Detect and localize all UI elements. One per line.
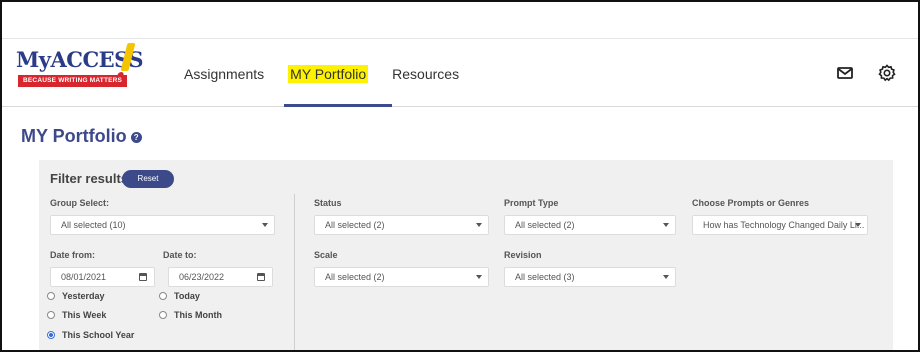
- main-nav: Assignments MY Portfolio Resources: [172, 39, 471, 107]
- page-title: MY Portfolio?: [21, 126, 142, 147]
- gear-icon[interactable]: [877, 63, 897, 83]
- prompt-type-value: All selected (2): [515, 220, 575, 230]
- chevron-down-icon: [663, 223, 669, 227]
- revision-value: All selected (3): [515, 272, 575, 282]
- scale-value: All selected (2): [325, 272, 385, 282]
- chevron-down-icon: [663, 275, 669, 279]
- radio-this-month[interactable]: This Month: [159, 309, 222, 321]
- scale-dropdown[interactable]: All selected (2): [314, 267, 489, 287]
- radio-yesterday[interactable]: Yesterday: [47, 290, 105, 302]
- tab-my-portfolio-label: MY Portfolio: [288, 65, 369, 83]
- prompt-type-dropdown[interactable]: All selected (2): [504, 215, 676, 235]
- tab-assignments[interactable]: Assignments: [172, 39, 276, 107]
- prompts-genres-value: How has Technology Changed Daily Li...: [703, 220, 865, 230]
- header: MyACCESS BECAUSE WRITING MATTERS Assignm…: [2, 39, 918, 107]
- status-dropdown[interactable]: All selected (2): [314, 215, 489, 235]
- prompt-type-label: Prompt Type: [504, 198, 559, 208]
- radio-button-icon: [159, 311, 167, 319]
- chevron-down-icon: [262, 223, 268, 227]
- radio-this-week-label: This Week: [62, 310, 107, 320]
- date-from-value: 08/01/2021: [61, 272, 107, 282]
- calendar-icon[interactable]: [257, 273, 265, 281]
- radio-button-icon: [159, 292, 167, 300]
- app-window: MyACCESS BECAUSE WRITING MATTERS Assignm…: [0, 0, 920, 352]
- radio-this-school-year-label: This School Year: [62, 330, 135, 340]
- scale-label: Scale: [314, 250, 338, 260]
- status-label: Status: [314, 198, 342, 208]
- group-select-label: Group Select:: [50, 198, 110, 208]
- filter-title: Filter results: [50, 171, 129, 186]
- tab-resources-label: Resources: [392, 66, 460, 82]
- calendar-icon[interactable]: [139, 273, 147, 281]
- status-value: All selected (2): [325, 220, 385, 230]
- date-to-value: 06/23/2022: [179, 272, 225, 282]
- reset-button[interactable]: Reset: [122, 170, 174, 188]
- tab-assignments-label: Assignments: [184, 66, 265, 82]
- chevron-down-icon: [476, 223, 482, 227]
- radio-this-month-label: This Month: [174, 310, 222, 320]
- filter-panel: Filter results Reset Group Select: All s…: [39, 160, 893, 350]
- tab-resources[interactable]: Resources: [380, 39, 471, 107]
- radio-yesterday-label: Yesterday: [62, 291, 105, 301]
- top-bar: [2, 2, 918, 39]
- radio-button-icon: [47, 292, 55, 300]
- date-to-input[interactable]: 06/23/2022: [168, 267, 273, 287]
- date-from-input[interactable]: 08/01/2021: [50, 267, 155, 287]
- group-select-value: All selected (10): [61, 220, 126, 230]
- prompts-genres-dropdown[interactable]: How has Technology Changed Daily Li...: [692, 215, 868, 235]
- radio-button-icon: [47, 311, 55, 319]
- radio-today[interactable]: Today: [159, 290, 200, 302]
- myaccess-logo[interactable]: MyACCESS BECAUSE WRITING MATTERS: [16, 43, 144, 93]
- radio-button-icon: [47, 331, 55, 339]
- date-to-label: Date to:: [163, 250, 197, 260]
- radio-this-school-year[interactable]: This School Year: [47, 329, 134, 341]
- page-title-text: MY Portfolio: [21, 126, 127, 146]
- revision-dropdown[interactable]: All selected (3): [504, 267, 676, 287]
- date-from-label: Date from:: [50, 250, 96, 260]
- radio-today-label: Today: [174, 291, 200, 301]
- revision-label: Revision: [504, 250, 542, 260]
- group-select-dropdown[interactable]: All selected (10): [50, 215, 275, 235]
- radio-this-week[interactable]: This Week: [47, 309, 106, 321]
- chevron-down-icon: [476, 275, 482, 279]
- chevron-down-icon: [855, 223, 861, 227]
- panel-divider: [294, 194, 295, 350]
- logo-tagline: BECAUSE WRITING MATTERS: [18, 75, 128, 87]
- tab-my-portfolio[interactable]: MY Portfolio: [276, 39, 393, 107]
- help-icon[interactable]: ?: [130, 131, 142, 143]
- mail-icon[interactable]: [835, 63, 855, 83]
- prompts-genres-label: Choose Prompts or Genres: [692, 198, 810, 208]
